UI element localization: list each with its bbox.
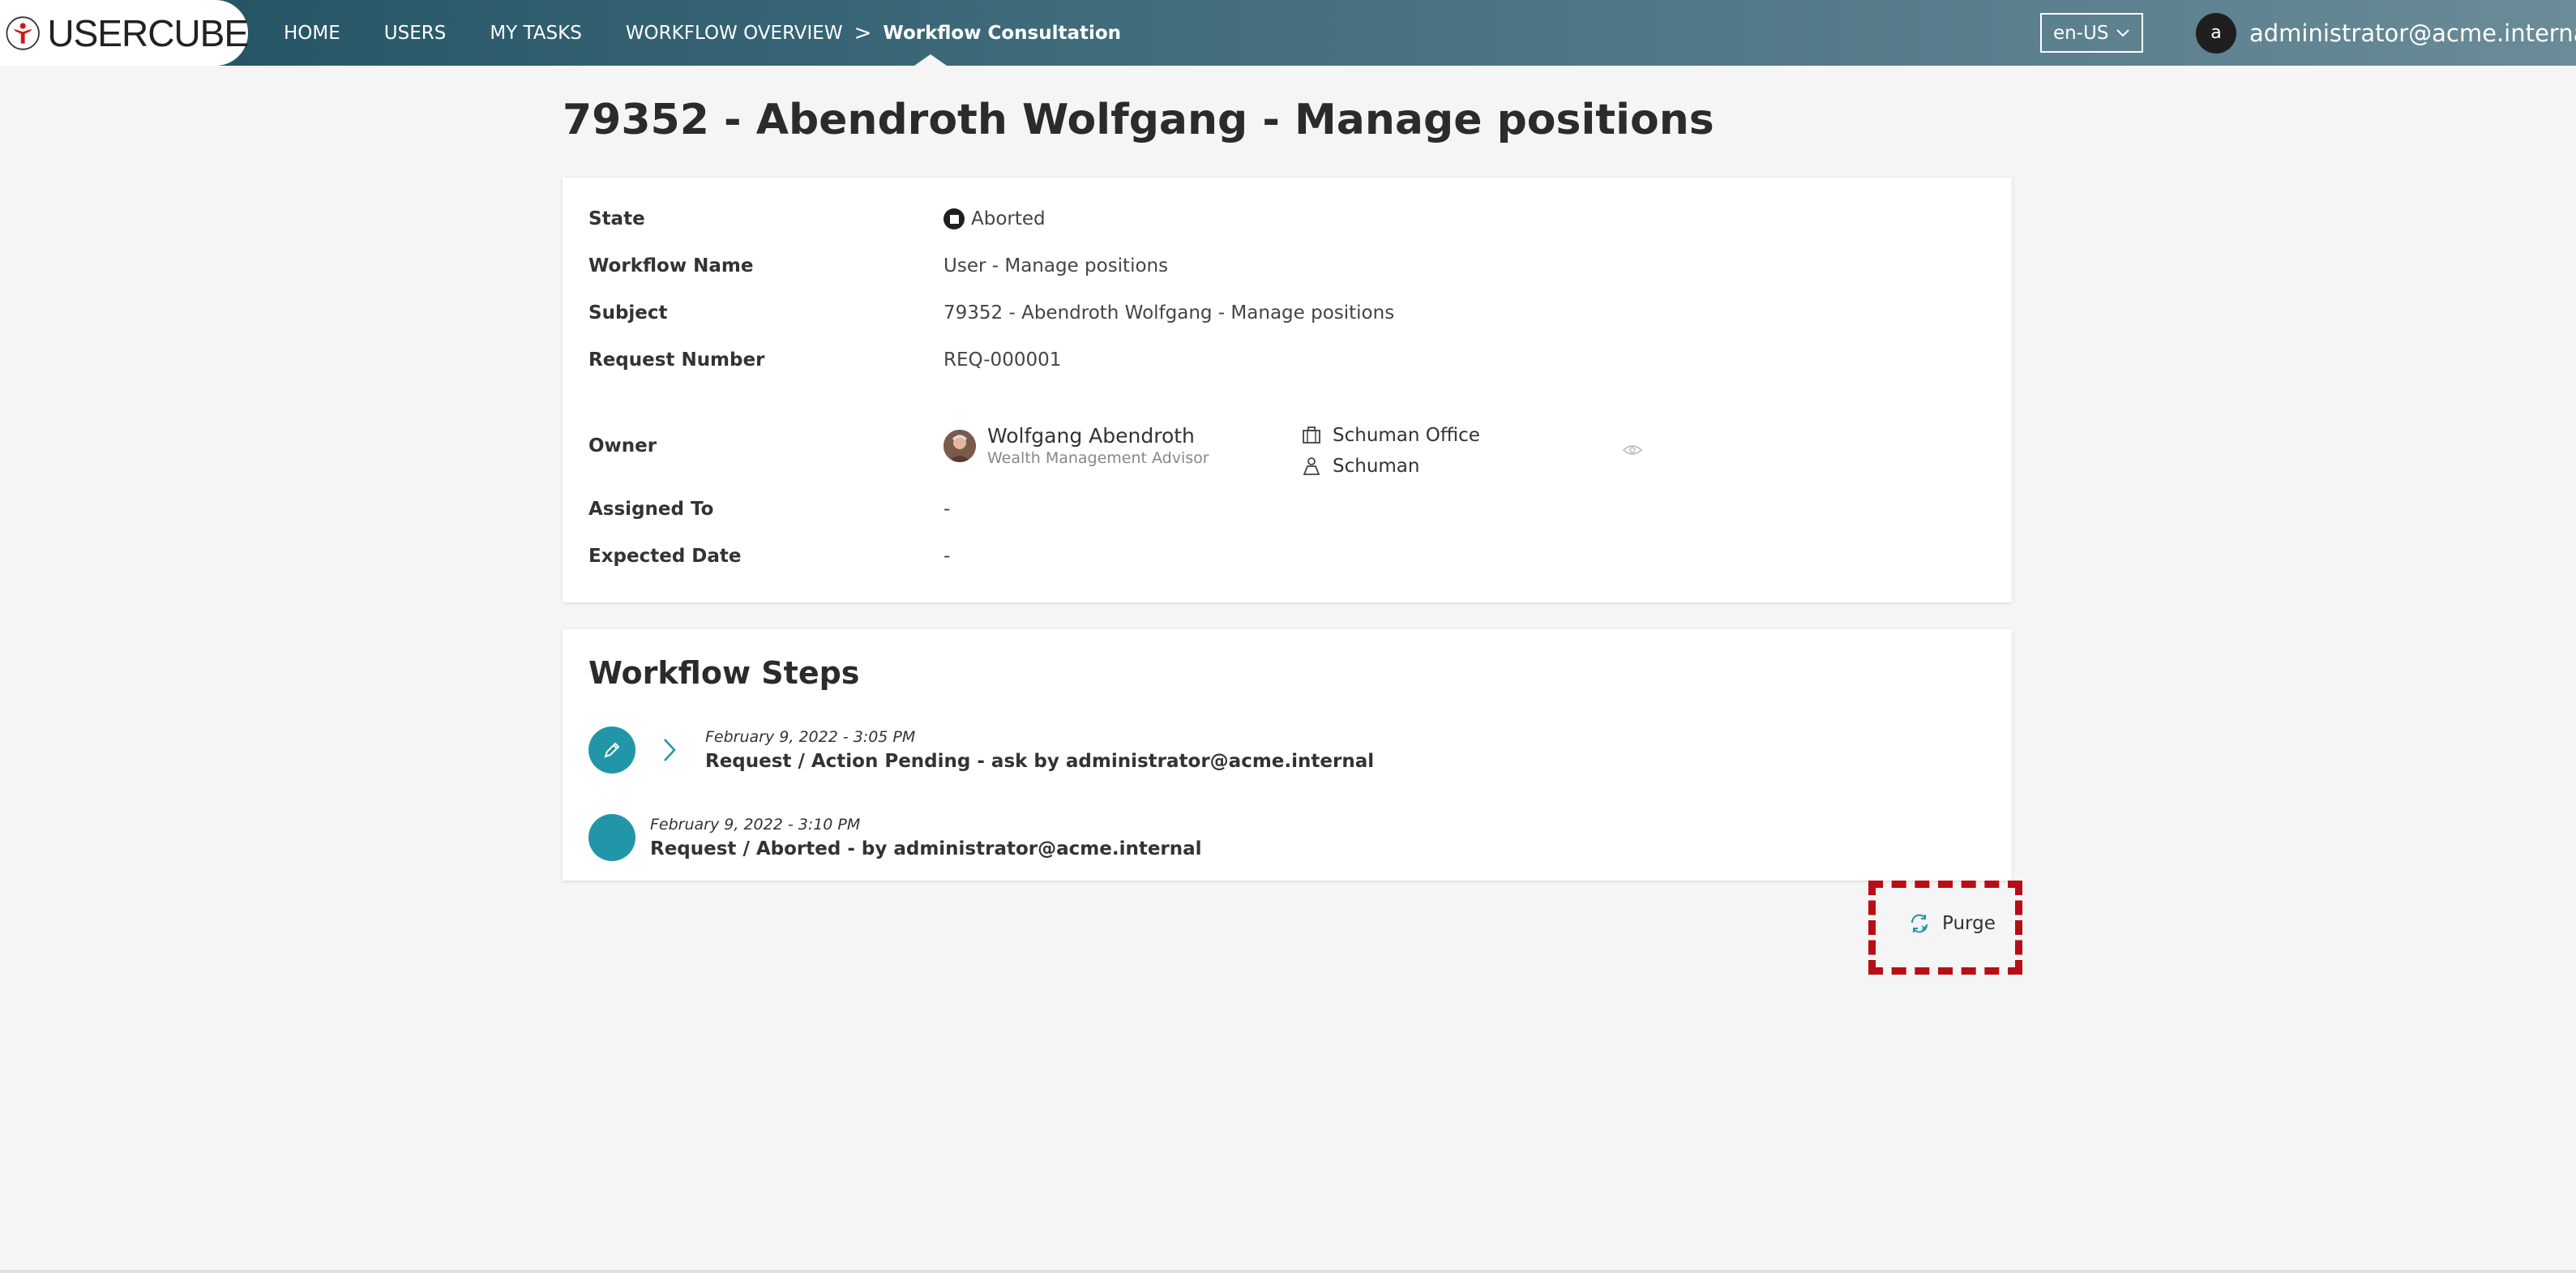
subject-row: Subject 79352 - Abendroth Wolfgang - Man… <box>588 302 1394 324</box>
workflow-steps-title: Workflow Steps <box>588 655 860 691</box>
chevron-down-icon <box>2116 28 2129 36</box>
owner-office-line: Schuman Office <box>1302 420 1480 451</box>
breadcrumb-separator: > <box>854 20 872 45</box>
refresh-purge-icon <box>1911 914 1928 933</box>
owner-row: Owner Wolfgang Abendroth Wealth Manageme… <box>588 424 1209 467</box>
state-row: State Aborted <box>588 208 1046 229</box>
avatar-initial: a <box>2210 23 2222 43</box>
nav-users[interactable]: USERS <box>384 23 447 44</box>
logo[interactable]: USERCUBE <box>0 0 249 66</box>
language-select[interactable]: en-US <box>2040 13 2143 53</box>
workflow-name-row: Workflow Name User - Manage positions <box>588 255 1168 276</box>
workflow-name-value: User - Manage positions <box>944 255 1169 276</box>
owner-card[interactable]: Wolfgang Abendroth Wealth Management Adv… <box>944 424 1209 467</box>
owner-location: Schuman <box>1333 456 1420 477</box>
user-email: administrator@acme.internal <box>2249 19 2576 47</box>
top-navigation-bar: USERCUBE HOME USERS MY TASKS WORKFLOW OV… <box>0 0 2576 66</box>
purge-highlight: Purge <box>1868 881 2022 975</box>
request-number-value: REQ-000001 <box>944 349 1062 371</box>
nav-active-indicator <box>914 54 947 66</box>
state-label: State <box>588 208 645 229</box>
owner-organization: Schuman Office Schuman <box>1302 420 1480 482</box>
owner-office: Schuman Office <box>1333 425 1480 446</box>
nav-workflow-overview[interactable]: WORKFLOW OVERVIEW <box>626 23 843 44</box>
page-title: 79352 - Abendroth Wolfgang - Manage posi… <box>563 96 1714 144</box>
nav-my-tasks[interactable]: MY TASKS <box>490 23 581 44</box>
purge-button[interactable]: Purge <box>1908 912 1996 935</box>
owner-photo <box>944 429 976 462</box>
page-bottom-border <box>0 1270 2576 1273</box>
subject-label: Subject <box>588 302 668 324</box>
briefcase-icon <box>1303 426 1320 444</box>
step-date: February 9, 2022 - 3:05 PM <box>705 728 916 746</box>
usercube-logo-icon <box>6 15 40 50</box>
workflow-name-label: Workflow Name <box>588 255 754 276</box>
workflow-steps-card: Workflow Steps February 9, 2022 - 3:05 P… <box>563 629 2012 881</box>
request-number-label: Request Number <box>588 349 765 371</box>
person-location-icon <box>1303 457 1320 475</box>
owner-job-title: Wealth Management Advisor <box>987 449 1209 467</box>
state-value-container: Aborted <box>944 208 1046 229</box>
assigned-to-row: Assigned To - <box>588 499 950 520</box>
owner-photo-icon <box>944 429 976 462</box>
assigned-to-label: Assigned To <box>588 499 714 520</box>
request-number-row: Request Number REQ-000001 <box>588 349 1061 371</box>
logo-text: USERCUBE <box>47 11 249 54</box>
step-text: Request / Action Pending - ask by admini… <box>705 751 1375 772</box>
nav-home[interactable]: HOME <box>284 23 340 44</box>
language-value: en-US <box>2053 22 2109 44</box>
avatar: a <box>2196 12 2236 54</box>
subject-value: 79352 - Abendroth Wolfgang - Manage posi… <box>944 302 1395 324</box>
owner-label: Owner <box>588 435 657 456</box>
owner-text: Wolfgang Abendroth Wealth Management Adv… <box>987 424 1209 467</box>
step-text: Request / Aborted - by administrator@acm… <box>650 838 1202 859</box>
owner-name: Wolfgang Abendroth <box>987 424 1195 448</box>
nav-current-page: Workflow Consultation <box>883 22 1122 44</box>
expected-date-row: Expected Date - <box>588 546 950 567</box>
chevron-right-icon[interactable] <box>661 736 678 764</box>
step-date: February 9, 2022 - 3:10 PM <box>650 816 861 834</box>
step-status-icon <box>588 814 635 861</box>
expected-date-label: Expected Date <box>588 546 742 567</box>
stop-icon <box>944 208 965 229</box>
purge-label: Purge <box>1942 913 1996 934</box>
pencil-icon <box>604 742 620 758</box>
user-menu[interactable]: a administrator@acme.internal <box>2196 0 2576 66</box>
main-nav: HOME USERS MY TASKS WORKFLOW OVERVIEW > … <box>284 0 1121 66</box>
expected-date-value: - <box>944 546 951 567</box>
workflow-details-card: State Aborted Workflow Name User - Manag… <box>563 178 2012 602</box>
owner-location-line: Schuman <box>1302 451 1480 482</box>
state-value: Aborted <box>971 208 1046 229</box>
eye-icon[interactable] <box>1623 444 1642 456</box>
assigned-to-value: - <box>944 499 951 520</box>
step-edit-icon <box>588 727 635 774</box>
